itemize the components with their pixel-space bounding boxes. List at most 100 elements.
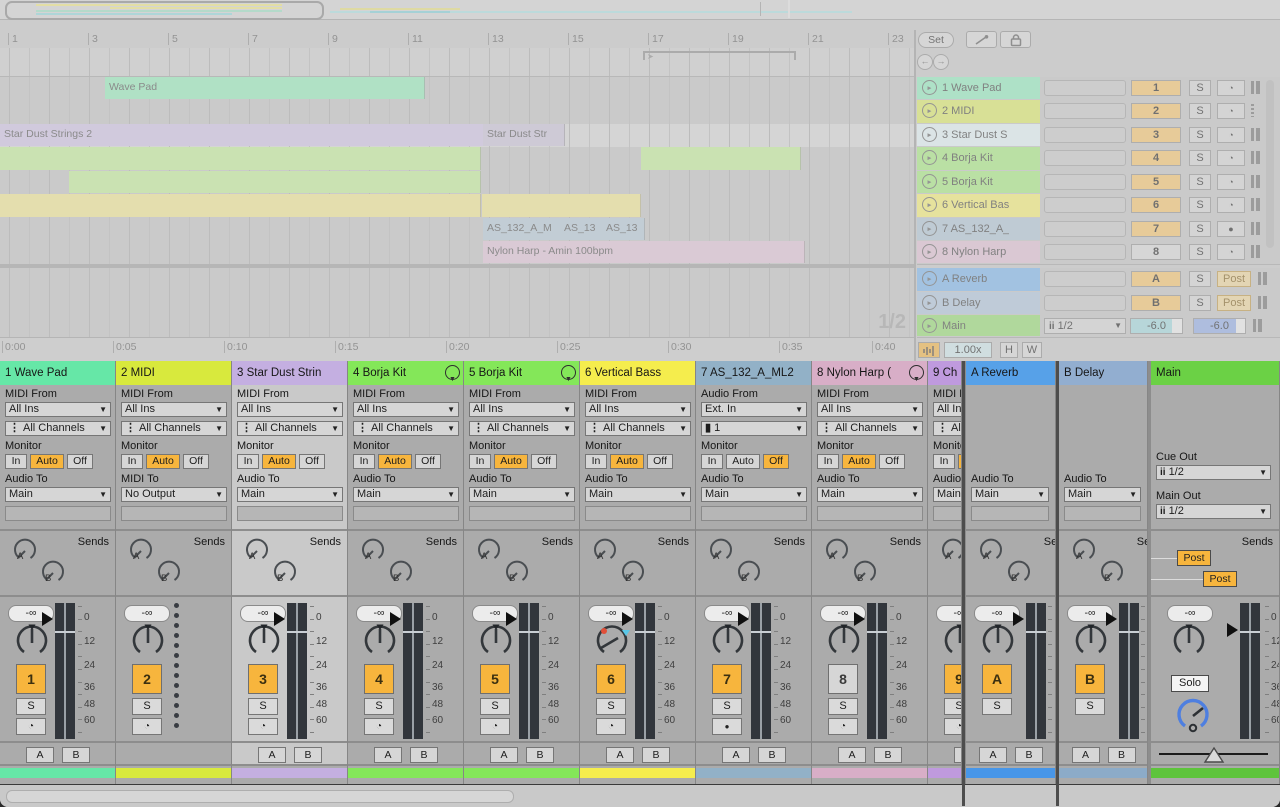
track-activator[interactable]: 4 <box>364 664 394 694</box>
send-knob[interactable]: B <box>850 557 880 587</box>
input-dropdown[interactable]: Ext. In▼ <box>701 402 807 417</box>
clip-segment[interactable] <box>330 171 395 193</box>
waveform-zoom-button[interactable] <box>918 342 940 358</box>
monitor-in-button[interactable]: In <box>701 454 723 469</box>
monitor-auto-button[interactable]: Auto <box>726 454 760 469</box>
track-fold-arrow[interactable]: ▼ <box>561 365 576 380</box>
pan-knob[interactable] <box>12 621 52 661</box>
send-knob[interactable]: A <box>706 535 736 565</box>
track-play-button[interactable]: ► <box>922 318 937 333</box>
arm-button[interactable]: ◔ <box>596 718 626 735</box>
clip-nylon-harp[interactable]: Nylon Harp - Amin 100bpm <box>483 241 805 263</box>
arrangement-overview[interactable] <box>0 0 1280 20</box>
clip-segment[interactable] <box>394 147 481 170</box>
clip-star-dust-1[interactable]: Star Dust Strings 2 <box>0 124 485 146</box>
output-dropdown[interactable]: Main▼ <box>933 487 962 502</box>
monitor-auto-button[interactable]: Auto <box>610 454 644 469</box>
send-knob[interactable]: A <box>938 535 962 565</box>
track-header[interactable]: 6 Vertical Bass <box>580 361 696 385</box>
solo-button[interactable]: S <box>1189 244 1211 260</box>
clip-segment[interactable] <box>0 147 70 170</box>
crossfade-a-button[interactable]: A <box>26 747 54 763</box>
clip-segment[interactable] <box>69 147 135 170</box>
monitor-auto-button[interactable]: Auto <box>494 454 528 469</box>
track-activator[interactable]: 7 <box>1131 221 1181 237</box>
crossfade-a-button[interactable]: A <box>374 747 402 763</box>
crossfade-b-button[interactable]: B <box>1108 747 1136 763</box>
arm-button[interactable]: ◔ <box>364 718 394 735</box>
volume-fader-handle[interactable] <box>1013 612 1024 626</box>
track-header[interactable]: Main <box>1151 361 1280 385</box>
send-knob[interactable]: A <box>590 535 620 565</box>
send-knob[interactable]: A <box>1069 535 1099 565</box>
track-name-cell[interactable]: ►A Reverb <box>917 268 1040 291</box>
clip-segment[interactable] <box>330 147 395 170</box>
track-header[interactable]: 1 Wave Pad <box>0 361 116 385</box>
solo-button[interactable]: S <box>944 698 962 715</box>
monitor-off-button[interactable]: Off <box>763 454 789 469</box>
track-fold-arrow[interactable]: ▼ <box>909 365 924 380</box>
peak-level-display[interactable]: -∞ <box>124 605 170 622</box>
crossfade-a-button[interactable]: A <box>722 747 750 763</box>
track-play-button[interactable]: ► <box>922 127 937 142</box>
track-name-cell[interactable]: ►3 Star Dust S <box>917 124 1040 146</box>
vertical-scrollbar[interactable] <box>1266 80 1274 248</box>
send-knob[interactable]: A <box>242 535 272 565</box>
track-activator[interactable]: 3 <box>248 664 278 694</box>
solo-button[interactable]: S <box>1189 80 1211 96</box>
send-knob[interactable]: A <box>976 535 1006 565</box>
volume-fader-handle[interactable] <box>622 612 633 626</box>
track-header[interactable]: 4 Borja Kit▼ <box>348 361 464 385</box>
volume-fader-handle[interactable] <box>42 612 53 626</box>
arm-button[interactable]: ◔ <box>132 718 162 735</box>
post-toggle[interactable]: Post <box>1217 271 1251 287</box>
solo-button[interactable]: S <box>480 698 510 715</box>
pan-knob[interactable] <box>360 621 400 661</box>
volume-fader-handle[interactable] <box>738 612 749 626</box>
monitor-auto-button[interactable]: Auto <box>842 454 876 469</box>
arm-button[interactable]: ◔ <box>480 718 510 735</box>
crossfade-b-button[interactable]: B <box>410 747 438 763</box>
main-section-splitter[interactable] <box>1056 361 1059 806</box>
solo-button[interactable]: S <box>1189 174 1211 190</box>
channel-dropdown[interactable]: ⋮All Channels▼ <box>121 421 227 436</box>
solo-button[interactable]: S <box>132 698 162 715</box>
monitor-auto-button[interactable]: Auto <box>146 454 180 469</box>
pan-knob[interactable] <box>244 621 284 661</box>
input-dropdown[interactable]: All Ins▼ <box>585 402 691 417</box>
track-activator[interactable]: 6 <box>1131 197 1181 213</box>
monitor-auto-button[interactable]: Auto <box>30 454 64 469</box>
arm-button[interactable]: ◔ <box>1217 127 1245 143</box>
output-dropdown[interactable]: Main▼ <box>1064 487 1141 502</box>
set-locator-button[interactable]: Set <box>918 32 954 48</box>
arm-button[interactable]: ◔ <box>1217 103 1245 119</box>
send-knob[interactable]: B <box>734 557 764 587</box>
monitor-in-button[interactable]: In <box>933 454 955 469</box>
pan-knob[interactable] <box>824 621 864 661</box>
solo-button[interactable]: S <box>1075 698 1105 715</box>
monitor-auto-button[interactable]: Auto <box>262 454 296 469</box>
track-name-cell[interactable]: ►6 Vertical Bas <box>917 194 1040 217</box>
track-play-button[interactable]: ► <box>922 271 937 286</box>
crossfade-b-button[interactable]: B <box>294 747 322 763</box>
volume-fader-handle[interactable] <box>1227 623 1238 637</box>
input-dropdown[interactable]: All Ins▼ <box>5 402 111 417</box>
send-knob[interactable]: B <box>1004 557 1034 587</box>
crossfade-b-button[interactable]: B <box>874 747 902 763</box>
output-dropdown[interactable]: Main▼ <box>585 487 691 502</box>
pan-knob[interactable] <box>1169 621 1209 661</box>
forward-arrow-button[interactable]: → <box>933 54 949 70</box>
clip-segment[interactable] <box>265 171 331 193</box>
channel-dropdown[interactable]: ⋮All Channels▼ <box>817 421 923 436</box>
clip-segment[interactable] <box>394 171 481 193</box>
lock-envelopes-button[interactable] <box>1000 31 1031 48</box>
monitor-off-button[interactable]: Off <box>183 454 209 469</box>
track-header[interactable]: 7 AS_132_A_ML2 <box>696 361 812 385</box>
solo-button[interactable]: S <box>596 698 626 715</box>
volume-fader-handle[interactable] <box>274 612 285 626</box>
track-play-button[interactable]: ► <box>922 295 937 310</box>
zoom-width-button[interactable]: W <box>1022 342 1042 358</box>
output-dropdown[interactable]: Main▼ <box>469 487 575 502</box>
send-knob[interactable]: A <box>10 535 40 565</box>
arm-button[interactable]: ◔ <box>944 718 962 735</box>
